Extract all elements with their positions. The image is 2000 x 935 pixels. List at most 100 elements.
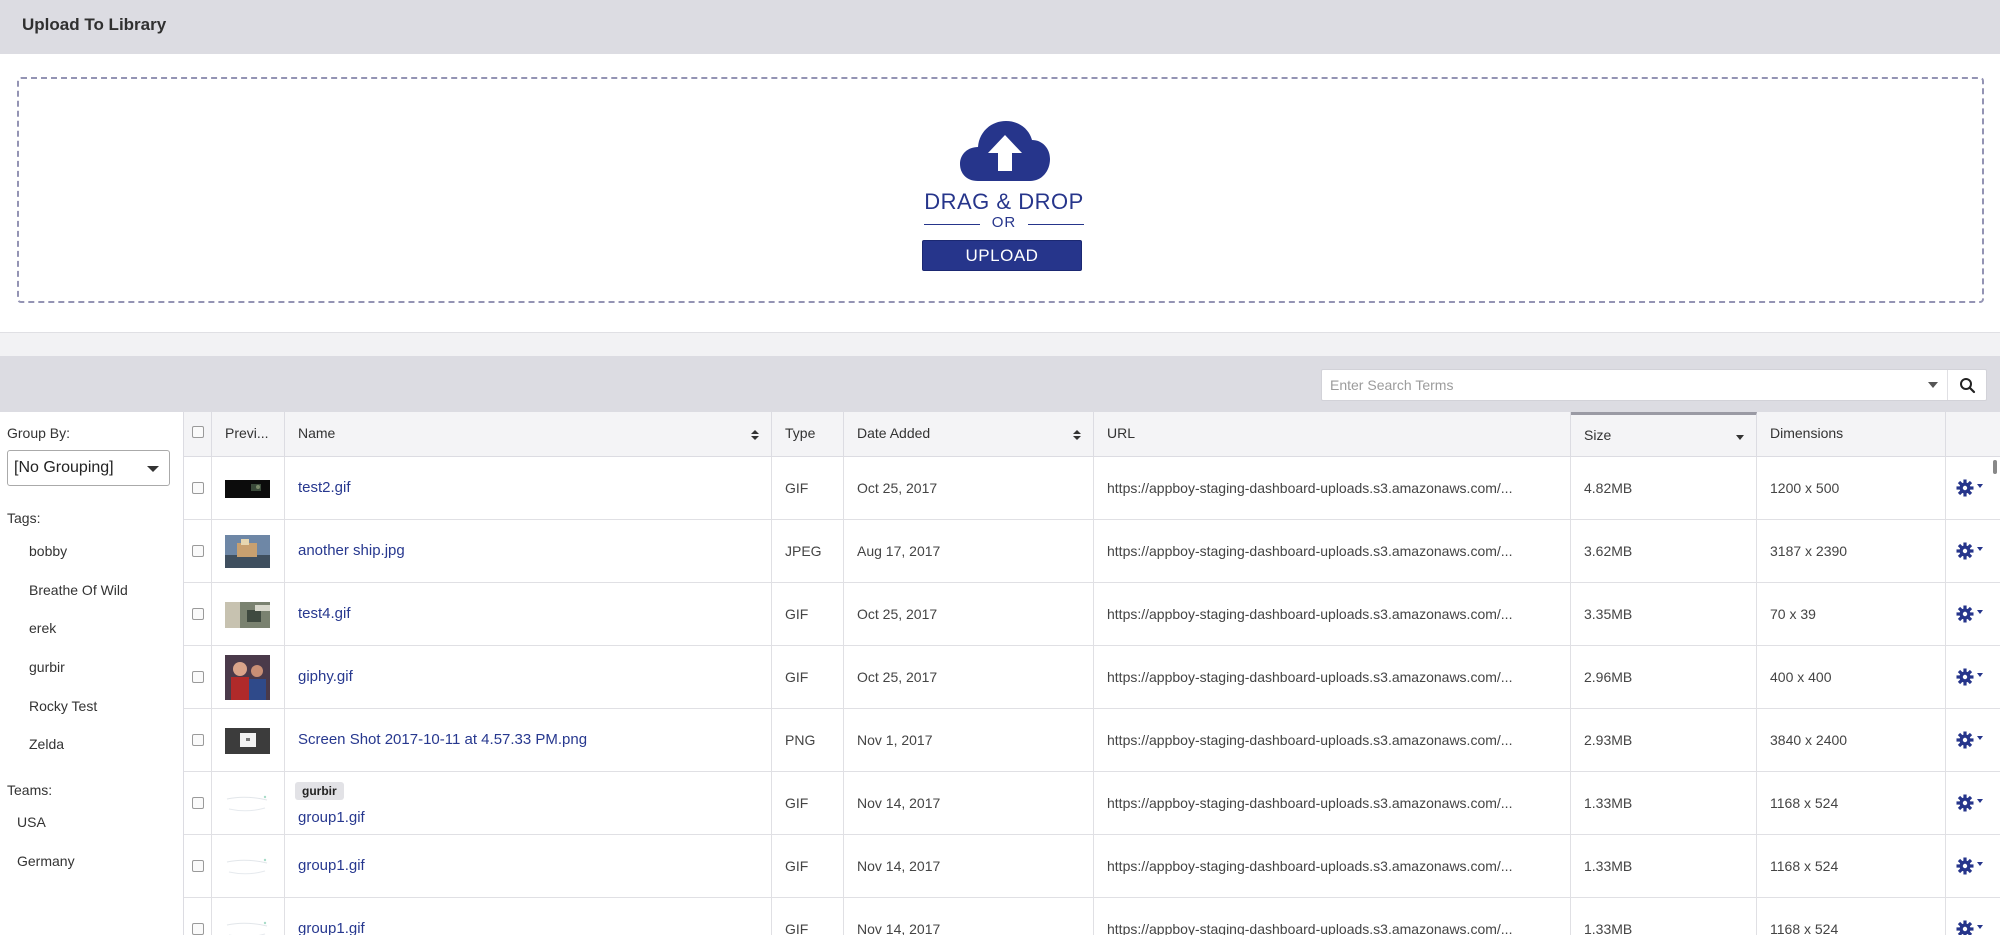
- tag-item[interactable]: Breathe Of Wild: [29, 582, 128, 598]
- asset-url: https://appboy-staging-dashboard-uploads…: [1107, 606, 1513, 622]
- date-added: Aug 17, 2017: [857, 543, 941, 559]
- date-added: Nov 14, 2017: [857, 795, 941, 811]
- tag-item[interactable]: erek: [29, 620, 56, 636]
- file-size: 1.33MB: [1584, 858, 1633, 874]
- actions-cell: [1946, 646, 2000, 709]
- file-size: 3.62MB: [1584, 543, 1633, 559]
- select-all-checkbox[interactable]: [192, 426, 204, 438]
- row-actions-button[interactable]: [1956, 794, 1990, 812]
- preview-thumbnail[interactable]: [225, 854, 270, 883]
- row-checkbox[interactable]: [192, 860, 204, 872]
- row-actions-button[interactable]: [1956, 668, 1990, 686]
- row-checkbox[interactable]: [192, 545, 204, 557]
- date-added: Nov 1, 2017: [857, 732, 933, 748]
- team-item[interactable]: Germany: [17, 853, 75, 869]
- preview-cell: [212, 709, 285, 772]
- scrollbar[interactable]: [1993, 460, 1997, 474]
- column-header-date-added[interactable]: Date Added: [844, 412, 1094, 457]
- search-input[interactable]: [1322, 370, 1922, 400]
- tag-item[interactable]: gurbir: [29, 659, 65, 675]
- preview-thumbnail[interactable]: [225, 728, 270, 757]
- row-checkbox[interactable]: [192, 923, 204, 935]
- size-cell: 3.62MB: [1571, 520, 1757, 583]
- row-actions-button[interactable]: [1956, 857, 1990, 875]
- select-cell: [184, 709, 212, 772]
- group-by-select[interactable]: [No Grouping]: [7, 450, 170, 486]
- row-actions-button[interactable]: [1956, 479, 1990, 497]
- asset-name-link[interactable]: test4.gif: [298, 605, 351, 622]
- preview-thumbnail[interactable]: [225, 917, 270, 935]
- type-cell: GIF: [772, 898, 844, 935]
- cloud-upload-icon: [960, 121, 1050, 181]
- select-cell: [184, 772, 212, 835]
- row-actions-button[interactable]: [1956, 542, 1990, 560]
- filter-sidebar: Group By: [No Grouping] Tags: bobby Brea…: [0, 412, 184, 935]
- row-checkbox[interactable]: [192, 734, 204, 746]
- image-dimensions: 3840 x 2400: [1770, 732, 1848, 748]
- dimensions-cell: 1168 x 524: [1757, 772, 1946, 835]
- table-row[interactable]: test2.gif GIF Oct 25, 2017 https://appboy-s…: [184, 457, 2000, 520]
- gear-icon: [1956, 794, 1983, 812]
- tag-item[interactable]: Zelda: [29, 736, 64, 752]
- date-added: Oct 25, 2017: [857, 669, 938, 685]
- asset-name-link[interactable]: group1.gif: [298, 809, 365, 826]
- search-button[interactable]: [1947, 370, 1987, 400]
- table-row[interactable]: gurbir group1.gif GIF Nov 14, 2017 https://a…: [184, 772, 2000, 835]
- row-checkbox[interactable]: [192, 671, 204, 683]
- table-row[interactable]: test4.gif GIF Oct 25, 2017 https://appboy-s…: [184, 583, 2000, 646]
- tag-item[interactable]: bobby: [29, 543, 67, 559]
- row-checkbox[interactable]: [192, 797, 204, 809]
- asset-name-link[interactable]: test2.gif: [298, 479, 351, 496]
- asset-name-link[interactable]: giphy.gif: [298, 668, 353, 685]
- preview-thumbnail[interactable]: [225, 791, 270, 820]
- gear-icon: [1956, 920, 1983, 935]
- upload-button[interactable]: UPLOAD: [922, 240, 1082, 271]
- column-header-name[interactable]: Name: [285, 412, 772, 457]
- preview-thumbnail[interactable]: [225, 602, 270, 631]
- file-size: 2.96MB: [1584, 669, 1633, 685]
- actions-cell: [1946, 583, 2000, 646]
- table-row[interactable]: group1.gif GIF Nov 14, 2017 https://appboy-…: [184, 898, 2000, 935]
- drag-drop-zone[interactable]: DRAG & DROP OR UPLOAD: [17, 77, 1984, 303]
- preview-cell: [212, 646, 285, 709]
- table-row[interactable]: giphy.gif GIF Oct 25, 2017 https://appboy-s…: [184, 646, 2000, 709]
- tag-item[interactable]: Rocky Test: [29, 698, 97, 714]
- row-actions-button[interactable]: [1956, 731, 1990, 749]
- url-cell: https://appboy-staging-dashboard-uploads…: [1094, 646, 1571, 709]
- url-cell: https://appboy-staging-dashboard-uploads…: [1094, 709, 1571, 772]
- team-item[interactable]: USA: [17, 814, 46, 830]
- preview-thumbnail[interactable]: [225, 655, 270, 703]
- column-header-date-label: Date Added: [857, 425, 931, 441]
- column-header-size[interactable]: Size: [1571, 412, 1757, 457]
- preview-thumbnail[interactable]: [225, 480, 270, 501]
- type-cell: JPEG: [772, 520, 844, 583]
- table-row[interactable]: Screen Shot 2017-10-11 at 4.57.33 PM.png…: [184, 709, 2000, 772]
- asset-url: https://appboy-staging-dashboard-uploads…: [1107, 858, 1513, 874]
- row-checkbox[interactable]: [192, 608, 204, 620]
- table-row[interactable]: group1.gif GIF Nov 14, 2017 https://appboy-…: [184, 835, 2000, 898]
- table-row[interactable]: another ship.jpg JPEG Aug 17, 2017 https://…: [184, 520, 2000, 583]
- sort-descending-icon: [1736, 435, 1744, 440]
- library-toolbar: [0, 356, 2000, 412]
- preview-thumbnail[interactable]: [225, 535, 270, 571]
- search-dropdown-caret-icon[interactable]: [1928, 382, 1938, 388]
- column-header-type[interactable]: Type: [772, 412, 844, 457]
- asset-name-link[interactable]: Screen Shot 2017-10-11 at 4.57.33 PM.png: [298, 731, 587, 748]
- media-library-table: Previ... Name Type Date Added URL Size D…: [184, 412, 2000, 935]
- row-checkbox[interactable]: [192, 482, 204, 494]
- date-cell: Nov 14, 2017: [844, 772, 1094, 835]
- asset-name-link[interactable]: group1.gif: [298, 920, 365, 935]
- type-cell: PNG: [772, 709, 844, 772]
- url-cell: https://appboy-staging-dashboard-uploads…: [1094, 898, 1571, 935]
- asset-name-link[interactable]: group1.gif: [298, 857, 365, 874]
- type-cell: GIF: [772, 835, 844, 898]
- row-actions-button[interactable]: [1956, 920, 1990, 935]
- row-actions-button[interactable]: [1956, 605, 1990, 623]
- gear-icon: [1956, 479, 1983, 497]
- asset-name-link[interactable]: another ship.jpg: [298, 542, 405, 559]
- tag-badge: gurbir: [295, 782, 344, 800]
- name-cell: Screen Shot 2017-10-11 at 4.57.33 PM.png: [285, 709, 772, 772]
- gear-icon: [1956, 542, 1983, 560]
- preview-cell: [212, 457, 285, 520]
- select-cell: [184, 520, 212, 583]
